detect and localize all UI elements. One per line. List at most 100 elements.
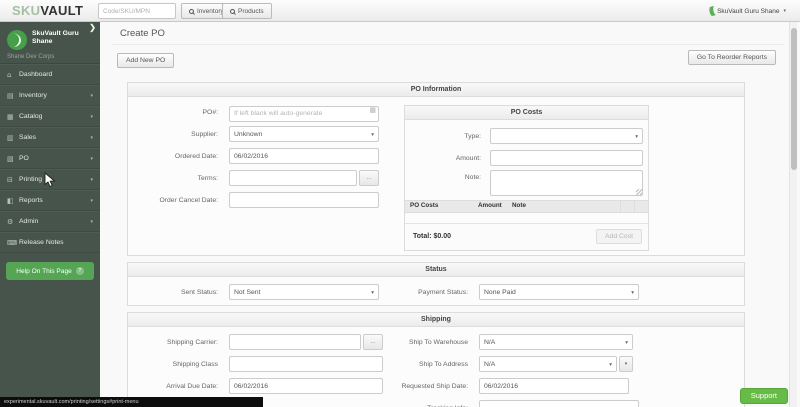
sidebar-item-label: Catalog	[19, 113, 42, 120]
cost-note-label: Note:	[405, 174, 481, 181]
catalog-icon: ▦	[7, 113, 19, 121]
ship-to-address-label: Ship To Address	[358, 361, 468, 368]
global-search-input[interactable]	[98, 3, 176, 19]
inventory-icon: ▤	[7, 92, 19, 100]
ship-to-address-dropdown-button[interactable]: ▾	[619, 356, 633, 372]
supplier-select[interactable]: Unknown	[229, 126, 379, 142]
cost-note-textarea[interactable]	[490, 170, 643, 196]
sent-status-select[interactable]: Not Sent	[229, 284, 379, 300]
sidebar-item-reports[interactable]: ◧ Reports ▾	[0, 190, 100, 211]
sidebar-item-label: Inventory	[19, 92, 47, 99]
go-to-reorder-reports-button[interactable]: Go To Reorder Reports	[688, 50, 776, 65]
cost-amount-label: Amount:	[405, 155, 481, 162]
shipping-panel: Shipping Shipping Carrier: ... Shipping …	[127, 312, 745, 407]
release-notes-icon: ⌨	[7, 239, 19, 247]
add-cost-button[interactable]: Add Cost	[596, 229, 642, 244]
payment-status-value: None Paid	[484, 289, 516, 296]
chevron-down-icon: ▾	[783, 8, 786, 14]
skuvault-logo[interactable]: SKUVAULT	[12, 3, 83, 18]
requested-ship-date-input[interactable]	[479, 378, 629, 394]
po-number-input[interactable]	[229, 106, 379, 122]
main-content: Create PO Add New PO Go To Reorder Repor…	[100, 22, 800, 407]
cost-amount-input[interactable]	[490, 150, 643, 166]
ordered-date-input[interactable]	[229, 148, 379, 164]
ship-to-warehouse-select[interactable]: N/A	[479, 334, 633, 350]
sidebar-item-inventory[interactable]: ▤ Inventory ▾	[0, 85, 100, 106]
po-costs-panel: PO Costs Type: Amount: Note:	[404, 105, 649, 251]
po-information-header: PO Information	[128, 83, 744, 97]
chevron-down-icon: ▾	[90, 156, 93, 162]
user-menu-label: SkuVault Guru Shane	[717, 8, 779, 15]
admin-gear-icon: ⚙	[7, 218, 19, 226]
payment-status-label: Payment Status:	[358, 289, 468, 296]
sidebar-item-admin[interactable]: ⚙ Admin ▾	[0, 211, 100, 232]
cost-type-select[interactable]	[490, 128, 643, 144]
top-bar: SKUVAULT Inventory Products ((( SkuVault…	[0, 0, 800, 22]
supplier-value: Unknown	[234, 131, 262, 138]
col-actions	[634, 200, 648, 213]
sidebar-user-block: SkuVault Guru Shane Shane Dev Corps	[0, 22, 100, 64]
po-information-panel: PO Information PO#: ▦ Supplier: Unknown …	[127, 82, 745, 256]
search-products-label: Products	[238, 8, 264, 15]
sidebar-item-printing[interactable]: ⊟ Printing ▾	[0, 169, 100, 190]
status-panel: Status Sent Status: Not Sent Payment Sta…	[127, 262, 745, 306]
sidebar-item-label: Printing	[19, 176, 42, 183]
po-number-label: PO#:	[128, 109, 218, 116]
sales-cart-icon: ▥	[7, 134, 19, 142]
search-icon	[189, 9, 194, 14]
user-menu[interactable]: ((( SkuVault Guru Shane ▾	[709, 3, 786, 19]
order-cancel-date-label: Order Cancel Date:	[128, 197, 218, 204]
status-header: Status	[128, 263, 744, 277]
support-button[interactable]: Support	[740, 388, 788, 404]
help-button-label: Help On This Page	[16, 268, 72, 275]
shipping-header: Shipping	[128, 313, 744, 327]
scrollbar-thumb[interactable]	[791, 28, 797, 170]
terms-input[interactable]	[229, 170, 357, 186]
po-costs-table-header: PO Costs Amount Note	[405, 200, 648, 213]
grid-icon: ▦	[369, 106, 376, 114]
cost-type-label: Type:	[405, 133, 481, 140]
sidebar-item-label: PO	[19, 155, 29, 162]
page-title: Create PO	[120, 28, 165, 39]
ship-to-warehouse-value: N/A	[484, 339, 495, 346]
chevron-down-icon: ▾	[90, 93, 93, 99]
resize-handle-icon[interactable]	[636, 189, 642, 195]
payment-status-select[interactable]: None Paid	[479, 284, 639, 300]
sidebar-item-label: Admin	[19, 218, 38, 225]
sidebar-item-catalog[interactable]: ▦ Catalog ▾	[0, 106, 100, 127]
chevron-down-icon: ▾	[90, 219, 93, 225]
sidebar-item-release-notes[interactable]: ⌨ Release Notes	[0, 232, 100, 253]
chevron-down-icon: ▾	[90, 177, 93, 183]
skuvault-create-po-screen: SKUVAULT Inventory Products ((( SkuVault…	[0, 0, 800, 407]
requested-ship-date-label: Requested Ship Date:	[358, 383, 468, 390]
col-note: Note	[507, 200, 620, 213]
help-on-this-page-button[interactable]: Help On This Page ?	[6, 262, 94, 280]
po-document-icon: ▧	[7, 155, 19, 163]
search-products-button[interactable]: Products	[222, 3, 272, 19]
chevron-down-icon: ▾	[90, 114, 93, 120]
vertical-scrollbar[interactable]	[789, 22, 797, 407]
sidebar: ❯ SkuVault Guru Shane Shane Dev Corps ⌂ …	[0, 22, 100, 407]
sidebar-item-dashboard[interactable]: ⌂ Dashboard	[0, 64, 100, 85]
sidebar-company-name: Shane Dev Corps	[7, 54, 54, 60]
col-amount: Amount	[473, 200, 507, 213]
arrival-due-date-label: Arrival Due Date:	[128, 383, 218, 390]
terms-label: Terms:	[128, 175, 218, 182]
ship-to-warehouse-label: Ship To Warehouse	[358, 339, 468, 346]
sidebar-user-name: SkuVault Guru Shane	[32, 30, 94, 46]
po-costs-total: Total: $0.00	[413, 233, 451, 240]
ship-to-address-select[interactable]: N/A	[479, 356, 617, 372]
printer-icon: ⊟	[7, 176, 19, 184]
order-cancel-date-input[interactable]	[229, 192, 379, 208]
search-icon	[230, 9, 235, 14]
terms-browse-button[interactable]: ...	[359, 170, 379, 186]
sent-status-label: Sent Status:	[128, 289, 218, 296]
sidebar-item-sales[interactable]: ▥ Sales ▾	[0, 127, 100, 148]
sidebar-item-label: Reports	[19, 197, 43, 204]
tracking-info-input[interactable]	[479, 400, 639, 407]
shipping-carrier-input[interactable]	[229, 334, 361, 350]
add-new-po-button[interactable]: Add New PO	[117, 53, 174, 68]
divider	[112, 44, 784, 45]
col-actions	[620, 200, 634, 213]
sidebar-item-po[interactable]: ▧ PO ▾	[0, 148, 100, 169]
